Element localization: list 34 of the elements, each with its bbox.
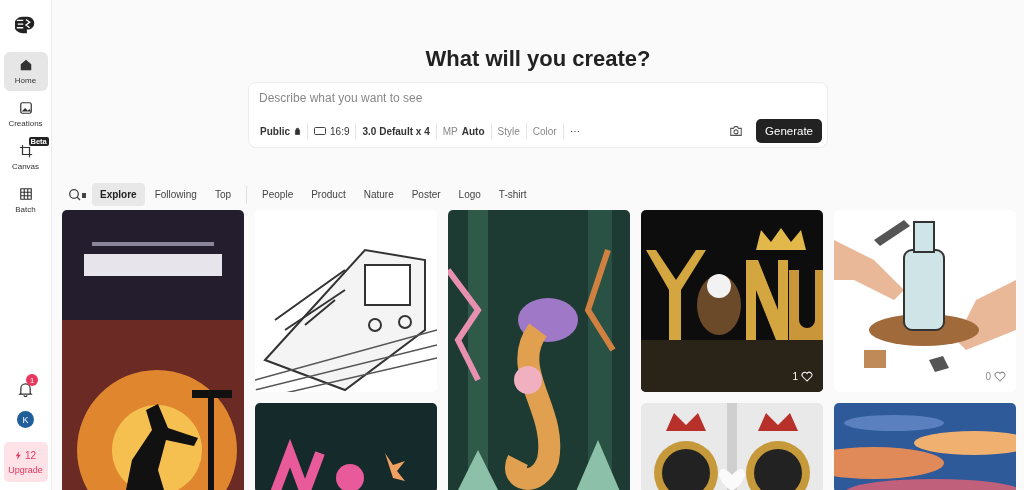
brain-logo-icon [14, 14, 37, 36]
model-option[interactable]: 3.0 Default x 4 [361, 125, 431, 137]
page-heading: What will you create? [425, 46, 651, 72]
category-tab[interactable]: Nature [355, 183, 402, 206]
grid-icon [18, 187, 33, 201]
avatar[interactable]: K [17, 411, 34, 428]
prompt-field[interactable]: Describe what you want to see Public 16:9 3.0 Default x 4 MP Auto Style Color ⋯ Generate [248, 82, 828, 148]
aspect-ratio-option[interactable]: 16:9 [313, 125, 351, 137]
crop-icon [18, 144, 33, 158]
generate-button[interactable]: Generate [756, 119, 822, 143]
nav-item[interactable]: Creations [3, 95, 48, 134]
search-icon[interactable] [68, 187, 88, 202]
like-count: 0 [985, 371, 991, 382]
category-tab[interactable]: Logo [450, 183, 489, 206]
rectangle-icon [314, 127, 326, 135]
camera-icon[interactable] [729, 124, 744, 138]
category-tab[interactable]: Product [303, 183, 354, 206]
like-count: 1 [792, 371, 798, 382]
resolution-option[interactable]: MP Auto [441, 125, 486, 137]
nav-item[interactable]: Home [3, 52, 48, 91]
image-icon [18, 101, 33, 115]
feed-tab[interactable]: Top [206, 183, 240, 206]
category-tab[interactable]: People [254, 183, 302, 206]
bell-icon[interactable] [18, 382, 33, 397]
more-button[interactable]: ⋯ [568, 125, 581, 137]
category-tab[interactable]: T-shirt [490, 183, 535, 206]
lock-icon [294, 127, 301, 135]
home-icon [18, 58, 33, 72]
feed-tab[interactable]: Explore [92, 183, 145, 206]
lightning-icon [14, 450, 22, 460]
nav-item[interactable]: Batch [3, 181, 48, 220]
visibility-option[interactable]: Public [259, 125, 302, 137]
category-tab[interactable]: Poster [403, 183, 449, 206]
feed-tab[interactable]: Following [146, 183, 205, 206]
